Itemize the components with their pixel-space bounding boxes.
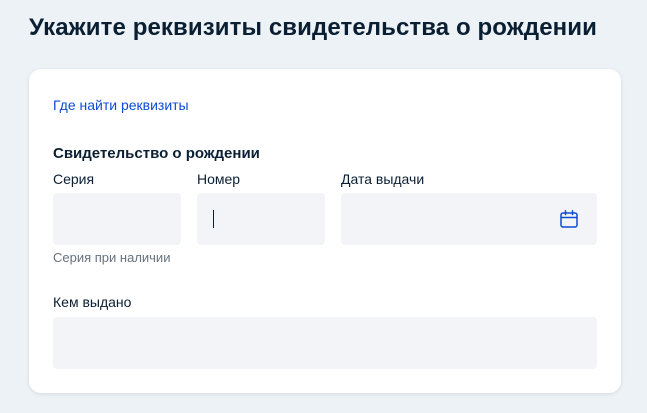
section-title: Свидетельство о рождении: [53, 145, 260, 162]
series-hint: Серия при наличии: [53, 250, 171, 265]
calendar-icon[interactable]: [559, 209, 579, 229]
series-input[interactable]: [53, 193, 181, 245]
issued-by-input[interactable]: [53, 317, 597, 369]
series-label: Серия: [53, 171, 95, 187]
text-caret: [213, 210, 214, 228]
issue-date-input[interactable]: [341, 193, 597, 245]
form-card: Где найти реквизиты Свидетельство о рожд…: [29, 69, 621, 393]
where-to-find-details-link[interactable]: Где найти реквизиты: [53, 96, 189, 114]
issue-date-label: Дата выдачи: [341, 171, 425, 187]
page-title: Укажите реквизиты свидетельства о рожден…: [29, 14, 597, 41]
issued-by-label: Кем выдано: [53, 294, 132, 310]
number-input[interactable]: [197, 193, 325, 245]
number-label: Номер: [197, 171, 241, 187]
